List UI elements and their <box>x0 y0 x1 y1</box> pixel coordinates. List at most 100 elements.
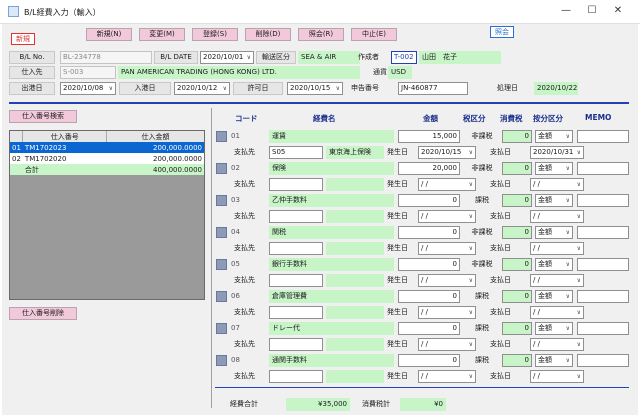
transport-label: 輸送区分 <box>256 51 296 64</box>
date-picker[interactable]: / / ∨ <box>418 306 476 319</box>
bl-no-label: B/L No. <box>9 51 55 64</box>
creator-code-field[interactable]: T-002 <box>391 51 417 64</box>
total-row: 合計 400,000.0000 <box>10 164 204 175</box>
payee-code-field[interactable] <box>269 210 323 223</box>
mode-tag-new: 新規 <box>11 33 35 45</box>
pay-date-picker[interactable]: / / ∨ <box>530 370 584 383</box>
delete-button[interactable]: 削除(D) <box>245 28 291 41</box>
date-picker[interactable]: / / ∨ <box>418 370 476 383</box>
row-select-icon[interactable] <box>216 163 227 174</box>
minimize-button[interactable]: — <box>556 3 576 19</box>
pay-date-picker[interactable]: / / ∨ <box>530 242 584 255</box>
depart-date-label: 出港日 <box>9 82 55 95</box>
expense-amount-field[interactable]: 0 <box>398 258 460 271</box>
expense-amount-field[interactable]: 0 <box>398 226 460 239</box>
expense-amount-field[interactable]: 0 <box>398 194 460 207</box>
payee-code-field[interactable] <box>269 370 323 383</box>
memo-field[interactable] <box>577 130 629 143</box>
payee-code-field[interactable] <box>269 306 323 319</box>
purchase-delete-button[interactable]: 仕入番号削除 <box>9 307 77 320</box>
tax-amount-field: 0 <box>502 354 532 367</box>
date-label: 発生日 <box>387 276 408 284</box>
new-button[interactable]: 新規(N) <box>86 28 132 41</box>
arrive-date-picker[interactable]: 2020/10/12 ∨ <box>174 82 230 95</box>
purchase-search-button[interactable]: 仕入番号検索 <box>9 110 77 123</box>
pay-date-picker[interactable]: / / ∨ <box>530 178 584 191</box>
row-select-icon[interactable] <box>216 227 227 238</box>
date-picker[interactable]: / / ∨ <box>418 274 476 287</box>
chevron-down-icon: ∨ <box>565 197 570 204</box>
memo-field[interactable] <box>577 354 629 367</box>
expense-name-field: 運賃 <box>269 130 394 143</box>
alloc-select[interactable]: 金額 ∨ <box>535 354 573 367</box>
chevron-down-icon: ∨ <box>468 277 473 284</box>
date-picker[interactable]: / / ∨ <box>418 210 476 223</box>
declare-no-field[interactable]: JN-460877 <box>398 82 468 95</box>
table-row[interactable]: 01 TM1702023 200,000.0000 <box>10 142 204 153</box>
app-icon <box>8 6 19 17</box>
permit-date-picker[interactable]: 2020/10/15 ∨ <box>287 82 343 95</box>
pay-date-picker[interactable]: / / ∨ <box>530 306 584 319</box>
payee-name-field <box>326 210 384 223</box>
memo-field[interactable] <box>577 162 629 175</box>
bl-no-field[interactable]: BL-234778 <box>60 51 152 64</box>
alloc-select[interactable]: 金額 ∨ <box>535 226 573 239</box>
register-button[interactable]: 登録(S) <box>192 28 238 41</box>
memo-field[interactable] <box>577 194 629 207</box>
title-bar: B/L経費入力（輸入） — ☐ ✕ <box>0 0 640 24</box>
alloc-select[interactable]: 金額 ∨ <box>535 194 573 207</box>
chevron-down-icon: ∨ <box>576 373 581 380</box>
supplier-code-field[interactable]: S-003 <box>60 66 116 79</box>
payee-code-field[interactable]: S05 <box>269 146 323 159</box>
expense-amount-field[interactable]: 15,000 <box>398 130 460 143</box>
memo-field[interactable] <box>577 290 629 303</box>
chevron-down-icon: ∨ <box>565 229 570 236</box>
inquiry-button[interactable]: 照会(R) <box>298 28 344 41</box>
row-select-icon[interactable] <box>216 291 227 302</box>
row-select-icon[interactable] <box>216 131 227 142</box>
payee-label: 支払先 <box>234 340 255 348</box>
date-picker[interactable]: / / ∨ <box>418 338 476 351</box>
alloc-select[interactable]: 金額 ∨ <box>535 258 573 271</box>
chevron-down-icon: ∨ <box>565 325 570 332</box>
date-label: 発生日 <box>387 148 408 156</box>
memo-field[interactable] <box>577 258 629 271</box>
payee-code-field[interactable] <box>269 274 323 287</box>
bl-date-picker[interactable]: 2020/10/01 ∨ <box>200 51 254 64</box>
row-select-icon[interactable] <box>216 195 227 206</box>
chevron-down-icon: ∨ <box>576 149 581 156</box>
pay-date-picker[interactable]: / / ∨ <box>530 338 584 351</box>
date-picker[interactable]: / / ∨ <box>418 178 476 191</box>
transport-field[interactable]: SEA & AIR <box>298 51 360 64</box>
row-select-icon[interactable] <box>216 259 227 270</box>
alloc-select[interactable]: 金額 ∨ <box>535 130 573 143</box>
expense-amount-field[interactable]: 20,000 <box>398 162 460 175</box>
row-select-icon[interactable] <box>216 355 227 366</box>
payee-code-field[interactable] <box>269 338 323 351</box>
alloc-select[interactable]: 金額 ∨ <box>535 322 573 335</box>
row-select-icon[interactable] <box>216 323 227 334</box>
pay-date-picker[interactable]: 2020/10/31 ∨ <box>530 146 584 159</box>
expense-amount-field[interactable]: 0 <box>398 354 460 367</box>
close-button[interactable]: ✕ <box>608 3 628 19</box>
cancel-button[interactable]: 中止(E) <box>351 28 397 41</box>
modify-button[interactable]: 変更(M) <box>139 28 185 41</box>
pay-date-picker[interactable]: / / ∨ <box>530 274 584 287</box>
alloc-select[interactable]: 金額 ∨ <box>535 290 573 303</box>
date-picker[interactable]: / / ∨ <box>418 242 476 255</box>
payee-label: 支払先 <box>234 148 255 156</box>
expense-amount-field[interactable]: 0 <box>398 322 460 335</box>
tax-type-label: 非課税 <box>471 164 493 172</box>
depart-date-picker[interactable]: 2020/10/08 ∨ <box>60 82 116 95</box>
chevron-down-icon: ∨ <box>565 133 570 140</box>
maximize-button[interactable]: ☐ <box>582 3 602 19</box>
payee-code-field[interactable] <box>269 178 323 191</box>
expense-amount-field[interactable]: 0 <box>398 290 460 303</box>
date-picker[interactable]: 2020/10/15 ∨ <box>418 146 476 159</box>
alloc-select[interactable]: 金額 ∨ <box>535 162 573 175</box>
payee-code-field[interactable] <box>269 242 323 255</box>
pay-date-picker[interactable]: / / ∨ <box>530 210 584 223</box>
memo-field[interactable] <box>577 226 629 239</box>
table-row[interactable]: 02 TM1702020 200,000.0000 <box>10 153 204 164</box>
memo-field[interactable] <box>577 322 629 335</box>
